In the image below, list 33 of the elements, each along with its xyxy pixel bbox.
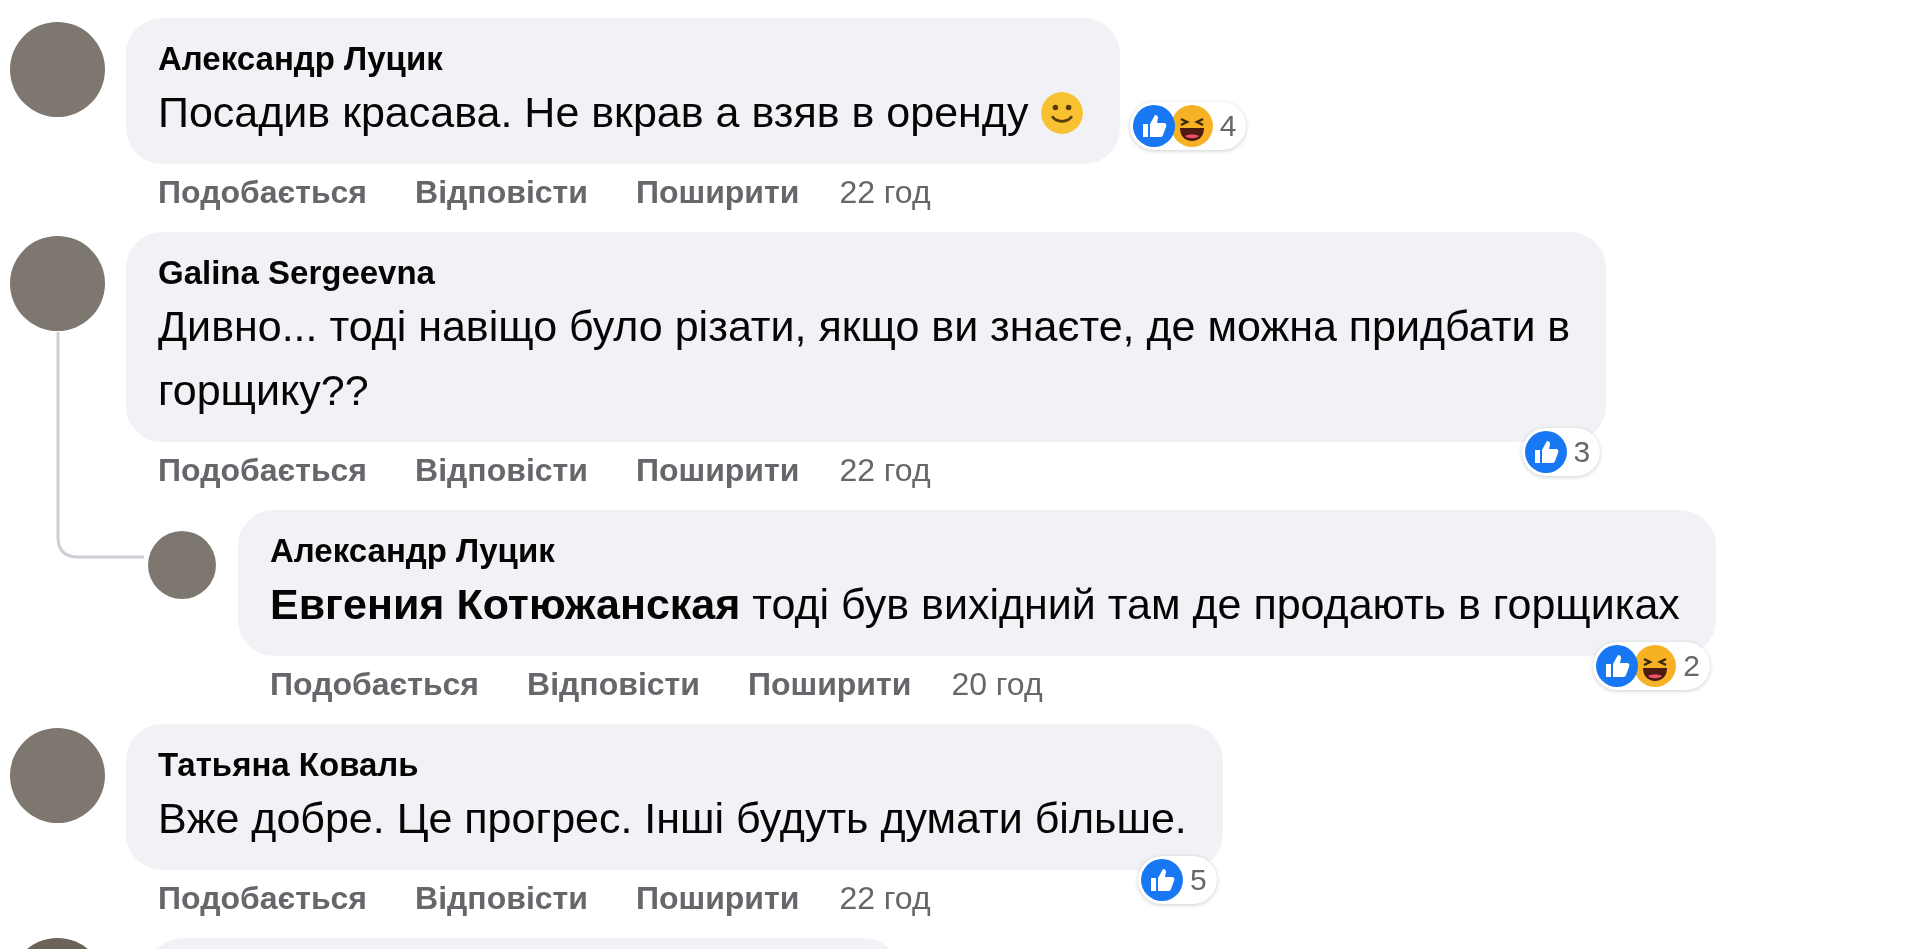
reaction-count: 3 (1573, 437, 1591, 467)
comment-time[interactable]: 22 год (839, 454, 931, 486)
reaction-count: 5 (1190, 865, 1207, 895)
reaction-summary[interactable]: 5 (1138, 856, 1217, 904)
reaction-count: 2 (1683, 651, 1700, 681)
comment-text: горщику?? (158, 365, 370, 416)
comment-action-link[interactable]: Відповісти (415, 176, 588, 208)
reaction-summary[interactable]: 4 (1129, 102, 1247, 150)
commenter-name[interactable]: Александр Луцик (158, 38, 1085, 80)
comment-time[interactable]: 20 год (951, 668, 1043, 700)
comment-text: Евгения Котюжанская тоді був вихідний там де продають в горщиках (270, 579, 1680, 630)
comment-action-link[interactable]: Поширити (635, 882, 800, 914)
comment-time[interactable]: 22 год (839, 176, 931, 208)
comment-text: Дивно... тоді навіщо було різати, якщо ви знаєте, де можна придбати в (158, 301, 1571, 352)
comment-action-link[interactable]: Відповісти (527, 668, 700, 700)
comment-action-link[interactable]: Подобається (270, 668, 480, 700)
comment-action-link[interactable]: Подобається (158, 454, 368, 486)
comment-action-link[interactable]: Поширити (635, 454, 800, 486)
comment-action-link[interactable]: Відповісти (415, 882, 588, 914)
reaction-count: 4 (1219, 111, 1237, 141)
commenter-name[interactable]: Татьяна Коваль (158, 744, 1187, 786)
comment-action-link[interactable]: Подобається (158, 176, 368, 208)
reaction-summary[interactable]: 3 (1521, 428, 1601, 476)
comment-action-link[interactable]: Поширити (747, 668, 912, 700)
comment-action-link[interactable]: Подобається (158, 882, 368, 914)
commenter-name[interactable]: Galina Sergeevna (158, 252, 1571, 294)
comment-action-link[interactable]: Відповісти (415, 454, 588, 486)
comment-action-link[interactable]: Поширити (635, 176, 800, 208)
commenter-name[interactable]: Александр Луцик (270, 530, 1680, 572)
comment-text: Посадив красава. Не вкрав а взяв в оренду (158, 80, 1085, 144)
comment-time[interactable]: 22 год (839, 882, 931, 914)
reaction-summary[interactable]: 2 (1593, 642, 1710, 690)
comment-text: Вже добре. Це прогрес. Інші будуть думати більше. (158, 793, 1187, 844)
